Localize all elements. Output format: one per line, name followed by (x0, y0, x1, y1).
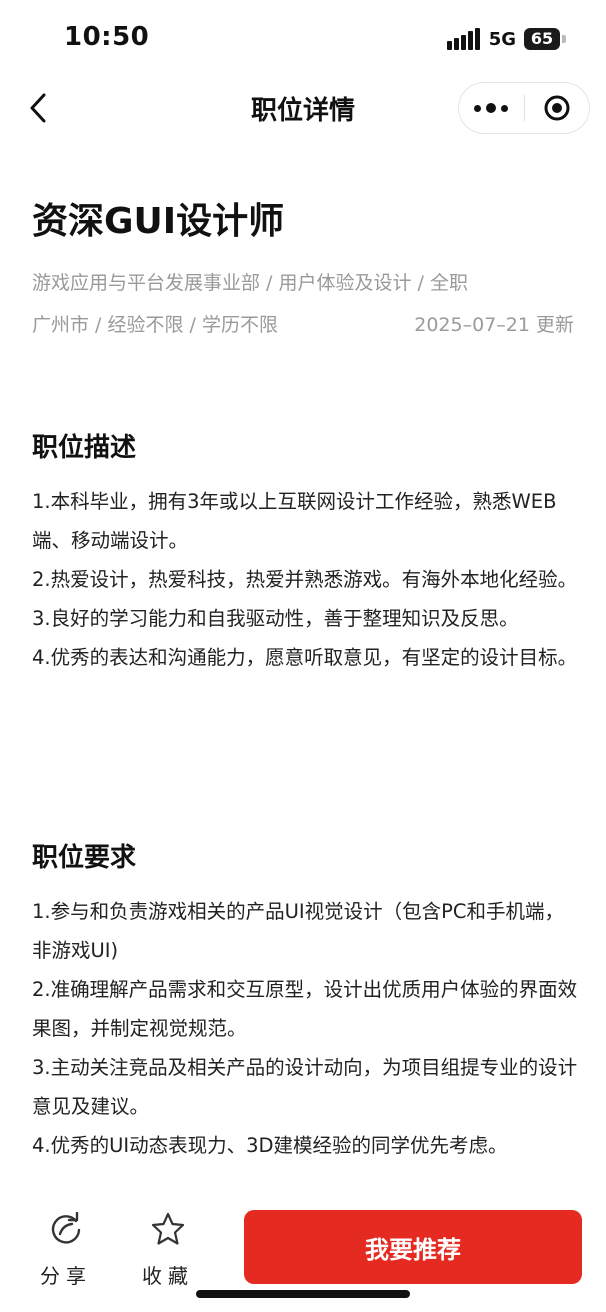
list-item: 3.良好的学习能力和自我驱动性，善于整理知识及反思。 (32, 607, 519, 630)
job-updated-date: 2025–07–21 更新 (414, 314, 574, 336)
more-button[interactable] (459, 83, 524, 133)
job-meta-row: 广州市 / 经验不限 / 学历不限 2025–07–21 更新 (32, 310, 574, 340)
nav-bar: 职位详情 (0, 74, 606, 140)
share-icon (51, 1212, 81, 1244)
requirements-heading: 职位要求 (32, 843, 137, 873)
list-item: 3.主动关注竞品及相关产品的设计动向，为项目组提专业的设计意见及建议。 (32, 1056, 578, 1118)
job-title: 资深GUI设计师 (32, 201, 285, 242)
more-dots-icon (474, 103, 509, 113)
network-label: 5G (488, 28, 516, 50)
list-item: 2.热爱设计，热爱科技，热爱并熟悉游戏。有海外本地化经验。 (32, 568, 578, 591)
signal-bars-icon (446, 28, 480, 50)
mini-program-capsule (458, 82, 590, 134)
battery-icon: 65 (524, 28, 566, 50)
favorite-button[interactable]: 收藏 (132, 1212, 204, 1289)
close-button[interactable] (525, 83, 590, 133)
list-item: 4.优秀的表达和沟通能力，愿意听取意见，有坚定的设计目标。 (32, 646, 578, 669)
list-item: 1.本科毕业，拥有3年或以上互联网设计工作经验，熟悉WEB端、移动端设计。 (32, 490, 557, 552)
job-location-line: 广州市 / 经验不限 / 学历不限 (32, 314, 278, 336)
target-circle-icon (544, 95, 570, 121)
recommend-button[interactable]: 我要推荐 (244, 1210, 582, 1284)
job-department-line: 游戏应用与平台发展事业部 / 用户体验及设计 / 全职 (32, 272, 468, 294)
favorite-label: 收藏 (142, 1264, 194, 1288)
battery-level: 65 (530, 29, 554, 48)
requirements-list: 1.参与和负责游戏相关的产品UI视觉设计（包含PC和手机端，非游戏UI) 2.准… (32, 892, 578, 1165)
list-item: 4.优秀的UI动态表现力、3D建模经验的同学优先考虑。 (32, 1134, 508, 1157)
star-icon (151, 1212, 185, 1245)
share-label: 分享 (40, 1264, 92, 1288)
list-item: 1.参与和负责游戏相关的产品UI视觉设计（包含PC和手机端，非游戏UI) (32, 900, 565, 962)
status-time: 10:50 (64, 22, 150, 52)
home-indicator (196, 1290, 410, 1298)
description-heading: 职位描述 (32, 433, 137, 463)
status-bar: 10:50 5G 65 (0, 0, 606, 80)
status-indicators: 5G 65 (446, 28, 566, 50)
description-list: 1.本科毕业，拥有3年或以上互联网设计工作经验，熟悉WEB端、移动端设计。 2.… (32, 482, 578, 677)
share-button[interactable]: 分享 (30, 1212, 102, 1289)
list-item: 2.准确理解产品需求和交互原型，设计出优质用户体验的界面效果图，并制定视觉规范。 (32, 978, 578, 1040)
